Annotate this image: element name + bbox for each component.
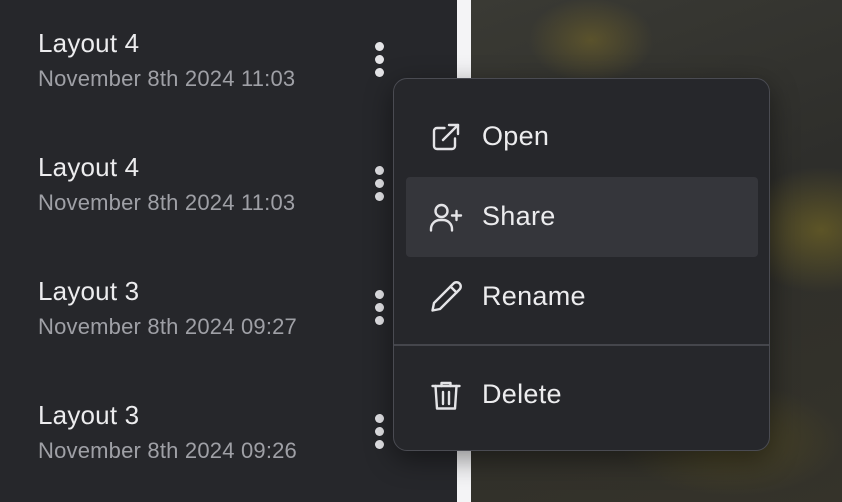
- menu-item-delete[interactable]: Delete: [406, 355, 758, 435]
- layout-title: Layout 4: [38, 152, 140, 182]
- more-vertical-icon: [375, 440, 384, 449]
- layout-title: Layout 3: [38, 276, 140, 306]
- layout-date: November 8th 2024 09:27: [38, 314, 297, 339]
- more-vertical-icon: [375, 42, 384, 51]
- menu-item-rename[interactable]: Rename: [406, 257, 758, 337]
- menu-item-label: Delete: [482, 379, 562, 409]
- more-vertical-icon: [375, 179, 384, 188]
- external-link-icon: [432, 123, 460, 151]
- layout-date: November 8th 2024 11:03: [38, 190, 296, 215]
- layout-list-item[interactable]: Layout 3 November 8th 2024 09:26: [0, 372, 457, 496]
- menu-item-label: Open: [482, 121, 550, 151]
- more-options-button[interactable]: [368, 289, 392, 329]
- layout-list-item[interactable]: Layout 4 November 8th 2024 11:03: [0, 124, 457, 248]
- more-vertical-icon: [375, 316, 384, 325]
- user-plus-icon: [429, 203, 463, 232]
- layout-list-item[interactable]: Layout 4 November 8th 2024 11:03: [0, 0, 457, 124]
- more-options-button[interactable]: [368, 41, 392, 81]
- more-vertical-icon: [375, 303, 384, 312]
- layout-list-item[interactable]: Layout 3 November 8th 2024 09:27: [0, 248, 457, 372]
- more-vertical-icon: [375, 192, 384, 201]
- more-vertical-icon: [375, 55, 384, 64]
- menu-item-label: Rename: [482, 281, 586, 311]
- more-vertical-icon: [375, 427, 384, 436]
- more-options-button[interactable]: [368, 413, 392, 453]
- more-vertical-icon: [375, 414, 384, 423]
- app-root: Layout 4 November 8th 2024 11:03 Layout …: [0, 0, 842, 502]
- context-menu: Open Share Rename Delete: [393, 78, 770, 451]
- more-vertical-icon: [375, 68, 384, 77]
- layouts-panel: Layout 4 November 8th 2024 11:03 Layout …: [0, 0, 457, 502]
- layout-title: Layout 3: [38, 400, 140, 430]
- menu-item-share[interactable]: Share: [406, 177, 758, 257]
- menu-separator: [394, 344, 769, 346]
- pencil-icon: [431, 281, 462, 312]
- layout-date: November 8th 2024 11:03: [38, 66, 296, 91]
- menu-item-open[interactable]: Open: [406, 97, 758, 177]
- more-options-button[interactable]: [368, 165, 392, 205]
- trash-icon: [431, 381, 461, 410]
- layout-date: November 8th 2024 09:26: [38, 438, 297, 463]
- more-vertical-icon: [375, 290, 384, 299]
- menu-item-label: Share: [482, 201, 556, 231]
- layout-title: Layout 4: [38, 28, 140, 58]
- more-vertical-icon: [375, 166, 384, 175]
